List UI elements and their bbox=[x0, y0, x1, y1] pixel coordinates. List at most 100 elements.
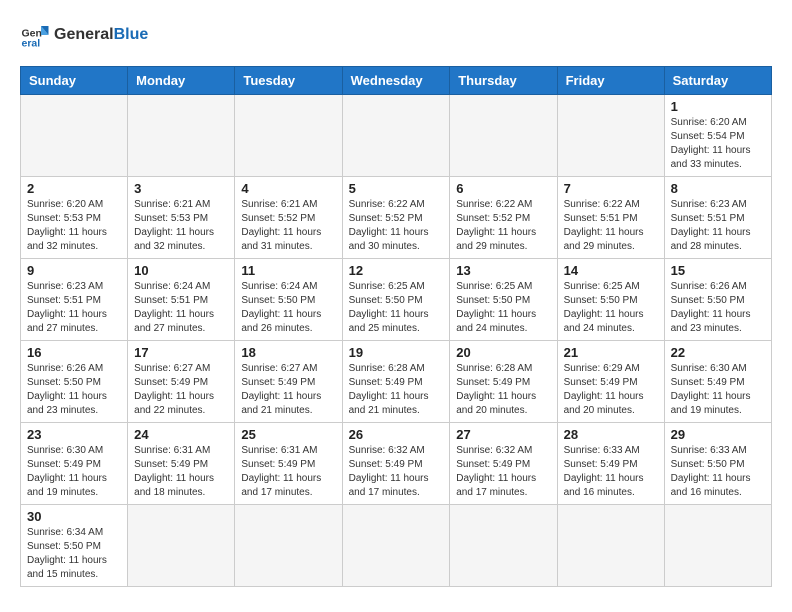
day-number: 26 bbox=[349, 427, 444, 442]
day-cell: 29 Sunrise: 6:33 AMSunset: 5:50 PMDayligh… bbox=[664, 423, 771, 505]
day-info: Sunrise: 6:25 AMSunset: 5:50 PMDaylight:… bbox=[564, 280, 658, 336]
day-cell: 25 Sunrise: 6:31 AMSunset: 5:49 PMDayligh… bbox=[235, 423, 342, 505]
weekday-header-sunday: Sunday bbox=[21, 67, 128, 95]
day-info: Sunrise: 6:20 AMSunset: 5:54 PMDaylight:… bbox=[671, 116, 765, 172]
day-info: Sunrise: 6:26 AMSunset: 5:50 PMDaylight:… bbox=[27, 362, 121, 418]
day-cell bbox=[21, 95, 128, 177]
day-number: 30 bbox=[27, 509, 121, 524]
day-number: 29 bbox=[671, 427, 765, 442]
day-cell: 19 Sunrise: 6:28 AMSunset: 5:49 PMDayligh… bbox=[342, 341, 450, 423]
day-cell: 27 Sunrise: 6:32 AMSunset: 5:49 PMDayligh… bbox=[450, 423, 557, 505]
day-cell: 26 Sunrise: 6:32 AMSunset: 5:49 PMDayligh… bbox=[342, 423, 450, 505]
day-number: 5 bbox=[349, 181, 444, 196]
weekday-header-row: SundayMondayTuesdayWednesdayThursdayFrid… bbox=[21, 67, 772, 95]
day-cell: 24Sunrise: 6:31 AMSunset: 5:49 PMDayligh… bbox=[128, 423, 235, 505]
day-info: Sunrise: 6:27 AMSunset: 5:49 PMDaylight:… bbox=[241, 362, 335, 418]
weekday-header-monday: Monday bbox=[128, 67, 235, 95]
day-number: 15 bbox=[671, 263, 765, 278]
day-info: Sunrise: 6:28 AMSunset: 5:49 PMDaylight:… bbox=[456, 362, 550, 418]
day-info: Sunrise: 6:34 AMSunset: 5:50 PMDaylight:… bbox=[27, 526, 121, 582]
day-info: Sunrise: 6:32 AMSunset: 5:49 PMDaylight:… bbox=[456, 444, 550, 500]
weekday-header-wednesday: Wednesday bbox=[342, 67, 450, 95]
day-number: 27 bbox=[456, 427, 550, 442]
day-cell: 20 Sunrise: 6:28 AMSunset: 5:49 PMDayligh… bbox=[450, 341, 557, 423]
day-number: 19 bbox=[349, 345, 444, 360]
day-number: 4 bbox=[241, 181, 335, 196]
day-cell bbox=[557, 95, 664, 177]
day-cell: 22 Sunrise: 6:30 AMSunset: 5:49 PMDayligh… bbox=[664, 341, 771, 423]
day-info: Sunrise: 6:24 AMSunset: 5:50 PMDaylight:… bbox=[241, 280, 335, 336]
day-cell: 8 Sunrise: 6:23 AMSunset: 5:51 PMDaylight… bbox=[664, 177, 771, 259]
day-cell: 4 Sunrise: 6:21 AMSunset: 5:52 PMDaylight… bbox=[235, 177, 342, 259]
day-cell: 12Sunrise: 6:25 AMSunset: 5:50 PMDayligh… bbox=[342, 259, 450, 341]
day-info: Sunrise: 6:22 AMSunset: 5:52 PMDaylight:… bbox=[456, 198, 550, 254]
day-number: 16 bbox=[27, 345, 121, 360]
day-info: Sunrise: 6:32 AMSunset: 5:49 PMDaylight:… bbox=[349, 444, 444, 500]
day-cell bbox=[342, 95, 450, 177]
day-cell: 1Sunrise: 6:20 AMSunset: 5:54 PMDaylight… bbox=[664, 95, 771, 177]
day-info: Sunrise: 6:25 AMSunset: 5:50 PMDaylight:… bbox=[456, 280, 550, 336]
day-cell: 23 Sunrise: 6:30 AMSunset: 5:49 PMDayligh… bbox=[21, 423, 128, 505]
day-info: Sunrise: 6:33 AMSunset: 5:50 PMDaylight:… bbox=[671, 444, 765, 500]
week-row-6: 30 Sunrise: 6:34 AMSunset: 5:50 PMDayligh… bbox=[21, 505, 772, 587]
day-number: 10 bbox=[134, 263, 228, 278]
day-info: Sunrise: 6:31 AMSunset: 5:49 PMDaylight:… bbox=[241, 444, 335, 500]
day-info: Sunrise: 6:20 AMSunset: 5:53 PMDaylight:… bbox=[27, 198, 121, 254]
day-info: Sunrise: 6:21 AMSunset: 5:53 PMDaylight:… bbox=[134, 198, 228, 254]
day-info: Sunrise: 6:22 AMSunset: 5:52 PMDaylight:… bbox=[349, 198, 444, 254]
day-cell bbox=[450, 505, 557, 587]
day-cell: 2 Sunrise: 6:20 AMSunset: 5:53 PMDaylight… bbox=[21, 177, 128, 259]
day-cell: 9 Sunrise: 6:23 AMSunset: 5:51 PMDaylight… bbox=[21, 259, 128, 341]
day-cell: 18 Sunrise: 6:27 AMSunset: 5:49 PMDayligh… bbox=[235, 341, 342, 423]
day-number: 21 bbox=[564, 345, 658, 360]
day-number: 9 bbox=[27, 263, 121, 278]
day-info: Sunrise: 6:30 AMSunset: 5:49 PMDaylight:… bbox=[671, 362, 765, 418]
day-cell: 6Sunrise: 6:22 AMSunset: 5:52 PMDaylight… bbox=[450, 177, 557, 259]
week-row-5: 23 Sunrise: 6:30 AMSunset: 5:49 PMDayligh… bbox=[21, 423, 772, 505]
day-info: Sunrise: 6:23 AMSunset: 5:51 PMDaylight:… bbox=[671, 198, 765, 254]
day-number: 23 bbox=[27, 427, 121, 442]
logo: Gen eral GeneralBlue bbox=[20, 20, 148, 50]
day-cell: 13Sunrise: 6:25 AMSunset: 5:50 PMDayligh… bbox=[450, 259, 557, 341]
day-cell bbox=[664, 505, 771, 587]
weekday-header-friday: Friday bbox=[557, 67, 664, 95]
day-number: 18 bbox=[241, 345, 335, 360]
day-number: 24 bbox=[134, 427, 228, 442]
day-cell: 10Sunrise: 6:24 AMSunset: 5:51 PMDayligh… bbox=[128, 259, 235, 341]
day-number: 20 bbox=[456, 345, 550, 360]
day-info: Sunrise: 6:22 AMSunset: 5:51 PMDaylight:… bbox=[564, 198, 658, 254]
day-cell: 11Sunrise: 6:24 AMSunset: 5:50 PMDayligh… bbox=[235, 259, 342, 341]
week-row-3: 9 Sunrise: 6:23 AMSunset: 5:51 PMDaylight… bbox=[21, 259, 772, 341]
day-number: 2 bbox=[27, 181, 121, 196]
day-cell bbox=[557, 505, 664, 587]
day-cell: 7Sunrise: 6:22 AMSunset: 5:51 PMDaylight… bbox=[557, 177, 664, 259]
day-cell: 5 Sunrise: 6:22 AMSunset: 5:52 PMDaylight… bbox=[342, 177, 450, 259]
logo-icon: Gen eral bbox=[20, 20, 50, 50]
week-row-4: 16 Sunrise: 6:26 AMSunset: 5:50 PMDayligh… bbox=[21, 341, 772, 423]
day-info: Sunrise: 6:23 AMSunset: 5:51 PMDaylight:… bbox=[27, 280, 121, 336]
day-cell: 3 Sunrise: 6:21 AMSunset: 5:53 PMDaylight… bbox=[128, 177, 235, 259]
day-number: 8 bbox=[671, 181, 765, 196]
page-header: Gen eral GeneralBlue bbox=[20, 20, 772, 50]
day-number: 3 bbox=[134, 181, 228, 196]
day-cell: 21 Sunrise: 6:29 AMSunset: 5:49 PMDayligh… bbox=[557, 341, 664, 423]
day-cell: 28 Sunrise: 6:33 AMSunset: 5:49 PMDayligh… bbox=[557, 423, 664, 505]
day-info: Sunrise: 6:30 AMSunset: 5:49 PMDaylight:… bbox=[27, 444, 121, 500]
weekday-header-thursday: Thursday bbox=[450, 67, 557, 95]
day-number: 12 bbox=[349, 263, 444, 278]
day-info: Sunrise: 6:29 AMSunset: 5:49 PMDaylight:… bbox=[564, 362, 658, 418]
day-number: 25 bbox=[241, 427, 335, 442]
day-cell: 17Sunrise: 6:27 AMSunset: 5:49 PMDayligh… bbox=[128, 341, 235, 423]
day-info: Sunrise: 6:33 AMSunset: 5:49 PMDaylight:… bbox=[564, 444, 658, 500]
day-number: 14 bbox=[564, 263, 658, 278]
day-cell bbox=[342, 505, 450, 587]
day-number: 28 bbox=[564, 427, 658, 442]
day-info: Sunrise: 6:21 AMSunset: 5:52 PMDaylight:… bbox=[241, 198, 335, 254]
day-number: 22 bbox=[671, 345, 765, 360]
day-cell bbox=[128, 95, 235, 177]
day-cell bbox=[450, 95, 557, 177]
calendar-table: SundayMondayTuesdayWednesdayThursdayFrid… bbox=[20, 66, 772, 587]
day-info: Sunrise: 6:27 AMSunset: 5:49 PMDaylight:… bbox=[134, 362, 228, 418]
day-info: Sunrise: 6:28 AMSunset: 5:49 PMDaylight:… bbox=[349, 362, 444, 418]
weekday-header-tuesday: Tuesday bbox=[235, 67, 342, 95]
